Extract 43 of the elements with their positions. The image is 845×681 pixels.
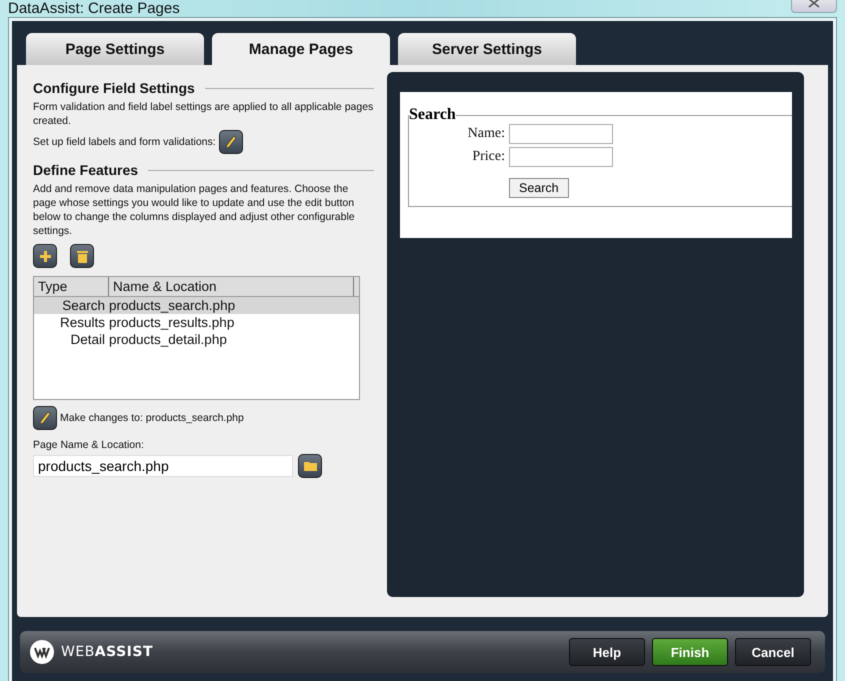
field-label: Name: (466, 126, 505, 142)
type-cell-text: Results (58, 314, 106, 331)
trash-icon (76, 250, 88, 262)
logo-icon (30, 640, 54, 664)
edit-label: Set up field labels and form validations: (33, 135, 216, 149)
delete-button[interactable] (70, 244, 94, 268)
edit-button[interactable] (218, 130, 243, 154)
folder-icon (304, 461, 316, 471)
description-text: Form validation and field label settings are applied to all applicable pages created. (33, 100, 374, 128)
name-cell-text: products_results.php (109, 314, 236, 331)
pencil-icon (39, 411, 51, 425)
fieldset-legend: Search (409, 106, 456, 124)
edit-target-text: Make changes to: products_search.php (60, 411, 244, 425)
footer-button[interactable]: Finish (652, 638, 728, 666)
field-label: Page Name & Location: (33, 438, 145, 452)
type-cell-text: Search (61, 297, 106, 314)
section-heading: Define Features (33, 162, 138, 178)
window-title: DataAssist: Create Pages (8, 0, 180, 17)
section-heading: Configure Field Settings (33, 80, 195, 96)
footer-button[interactable]: Cancel (735, 638, 811, 666)
input-field[interactable] (509, 124, 613, 144)
pencil-icon (224, 135, 237, 149)
footer-button[interactable]: Help (569, 638, 645, 666)
tab[interactable]: Page Settings (26, 33, 204, 65)
column-header[interactable]: Type (34, 277, 109, 296)
tab[interactable]: Manage Pages (212, 33, 390, 65)
description-text: Add and remove data manipulation pages and features. Choose the page whose settings you would like to update and use the edit button below to change the columns displayed and adjust other configurable settings. (33, 182, 356, 238)
page-name-field[interactable]: products_search.php (33, 455, 293, 477)
column-header[interactable]: Name & Location (109, 277, 354, 296)
input-field[interactable] (509, 147, 613, 167)
logo-text: WEBASSIST (61, 644, 154, 660)
close-icon (808, 0, 820, 8)
name-cell-text: products_detail.php (109, 331, 228, 348)
type-cell-text: Detail (69, 331, 106, 348)
browse-button[interactable] (298, 454, 322, 478)
field-label: Price: (471, 149, 505, 165)
edit-button[interactable] (33, 406, 57, 430)
tab[interactable]: Server Settings (398, 33, 576, 65)
search-button[interactable]: Search (509, 178, 569, 198)
plus-icon (40, 250, 50, 262)
table-row[interactable]: Search products_search.php (34, 297, 359, 314)
name-cell-text: products_search.php (109, 297, 236, 314)
add-button[interactable] (33, 244, 57, 268)
